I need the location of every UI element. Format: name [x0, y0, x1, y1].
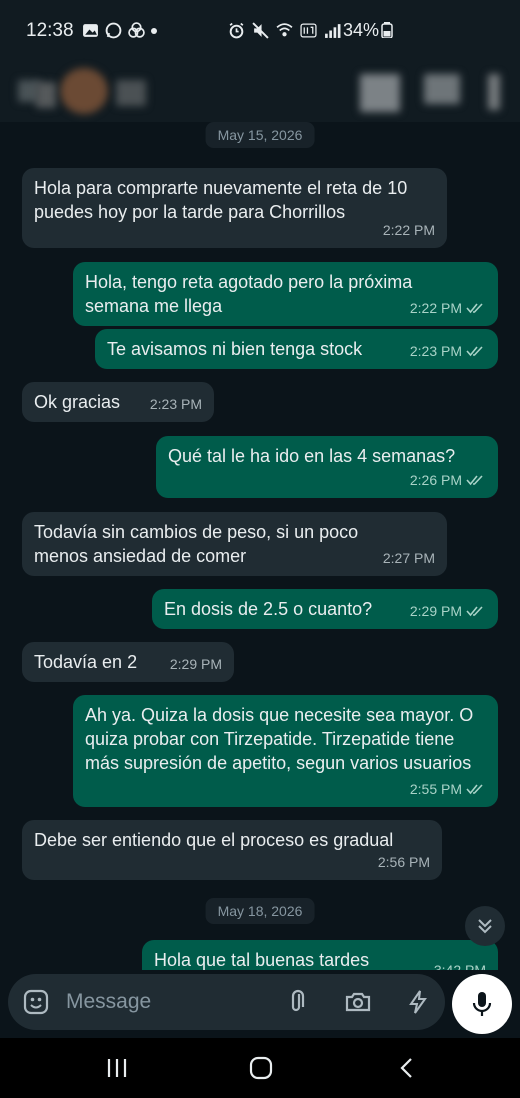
camera-icon[interactable]: [344, 988, 372, 1016]
message-time: 2:56 PM: [377, 854, 430, 870]
message-time: 2:29 PM: [410, 599, 486, 623]
message-incoming[interactable]: Todavía en 2 2:29 PM: [22, 642, 234, 682]
message-time: 2:23 PM: [149, 396, 202, 412]
message-outgoing[interactable]: Hola, tengo reta agotado pero la próxima…: [73, 262, 498, 326]
voice-message-button[interactable]: [452, 974, 512, 1034]
emoji-icon[interactable]: [22, 988, 50, 1016]
message-time: 2:29 PM: [169, 656, 222, 672]
message-time: 2:22 PM: [382, 222, 435, 238]
avatar[interactable]: [60, 68, 108, 114]
contact-name-part[interactable]: [116, 80, 146, 106]
shield-icon: [128, 22, 145, 38]
mic-icon: [472, 992, 492, 1016]
message-text: Qué tal le ha ido en las 4 semanas?: [168, 446, 456, 466]
message-time: 2:55 PM: [410, 777, 486, 801]
whatsapp-icon: [105, 22, 122, 39]
date-chip: May 15, 2026: [205, 122, 315, 148]
volte-icon: [300, 23, 317, 38]
notification-icons: [82, 22, 157, 39]
attach-icon[interactable]: [284, 988, 312, 1016]
message-composer[interactable]: [8, 974, 445, 1030]
message-time: 2:26 PM: [410, 468, 486, 492]
message-outgoing[interactable]: Te avisamos ni bien tenga stock 2:23 PM: [95, 329, 498, 369]
message-text: Ah ya. Quiza la dosis que necesite sea m…: [85, 705, 474, 773]
message-incoming[interactable]: Todavía sin cambios de peso, si un poco …: [22, 512, 447, 576]
message-time: 2:27 PM: [382, 550, 435, 566]
message-text: Hola, tengo reta agotado pero la próxima…: [85, 272, 413, 316]
message-text: Todavía sin cambios de peso, si un poco …: [34, 522, 359, 566]
system-icons: [228, 22, 341, 39]
message-outgoing[interactable]: Hola que tal buenas tardes 3:42 PM: [142, 940, 498, 970]
gallery-icon: [83, 24, 98, 37]
scroll-to-bottom-button[interactable]: [465, 906, 505, 946]
recents-icon[interactable]: [104, 1056, 130, 1080]
battery-icon: [381, 22, 393, 39]
signal-icon: [325, 24, 341, 38]
clock: 12:38: [26, 20, 74, 41]
read-ticks-icon: [466, 303, 483, 314]
message-outgoing[interactable]: En dosis de 2.5 o cuanto? 2:29 PM: [152, 589, 498, 629]
message-outgoing[interactable]: Qué tal le ha ido en las 4 semanas? 2:26…: [156, 436, 498, 498]
voice-call-button[interactable]: [424, 74, 460, 104]
flash-icon[interactable]: [404, 988, 432, 1016]
message-time: 2:22 PM: [410, 296, 486, 320]
video-call-button[interactable]: [360, 74, 400, 112]
chevron-double-down-icon: [478, 919, 492, 934]
message-incoming[interactable]: Hola para comprarte nuevamente el reta d…: [22, 168, 447, 248]
message-text: Debe ser entiendo que el proceso es grad…: [34, 830, 394, 850]
message-input[interactable]: [66, 990, 266, 1014]
read-ticks-icon: [466, 784, 483, 795]
message-time: 2:23 PM: [410, 339, 486, 363]
mute-icon: [252, 22, 269, 39]
read-ticks-icon: [466, 606, 483, 617]
contact-name[interactable]: [36, 82, 56, 108]
battery-level: 34%: [343, 20, 393, 41]
more-options-button[interactable]: [488, 74, 500, 110]
dot-icon: [151, 27, 157, 34]
chat-area[interactable]: May 15, 2026 Hola para comprarte nuevame…: [0, 122, 520, 970]
read-ticks-icon: [466, 475, 483, 486]
input-bar: [0, 970, 520, 1038]
wifi-icon: [276, 23, 293, 37]
read-ticks-icon: [466, 346, 483, 357]
message-incoming[interactable]: Ok gracias 2:23 PM: [22, 382, 214, 422]
back-icon[interactable]: [394, 1056, 420, 1080]
message-text: Hola para comprarte nuevamente el reta d…: [34, 178, 408, 222]
message-outgoing[interactable]: Ah ya. Quiza la dosis que necesite sea m…: [73, 695, 498, 807]
alarm-icon: [229, 22, 244, 39]
chat-header: [0, 62, 520, 122]
date-chip: May 18, 2026: [205, 898, 315, 924]
home-icon[interactable]: [248, 1056, 274, 1080]
status-bar: 12:38 34%: [0, 0, 520, 62]
message-incoming[interactable]: Debe ser entiendo que el proceso es grad…: [22, 820, 442, 880]
message-time: 3:42 PM: [433, 962, 486, 970]
system-nav-bar: [0, 1038, 520, 1098]
